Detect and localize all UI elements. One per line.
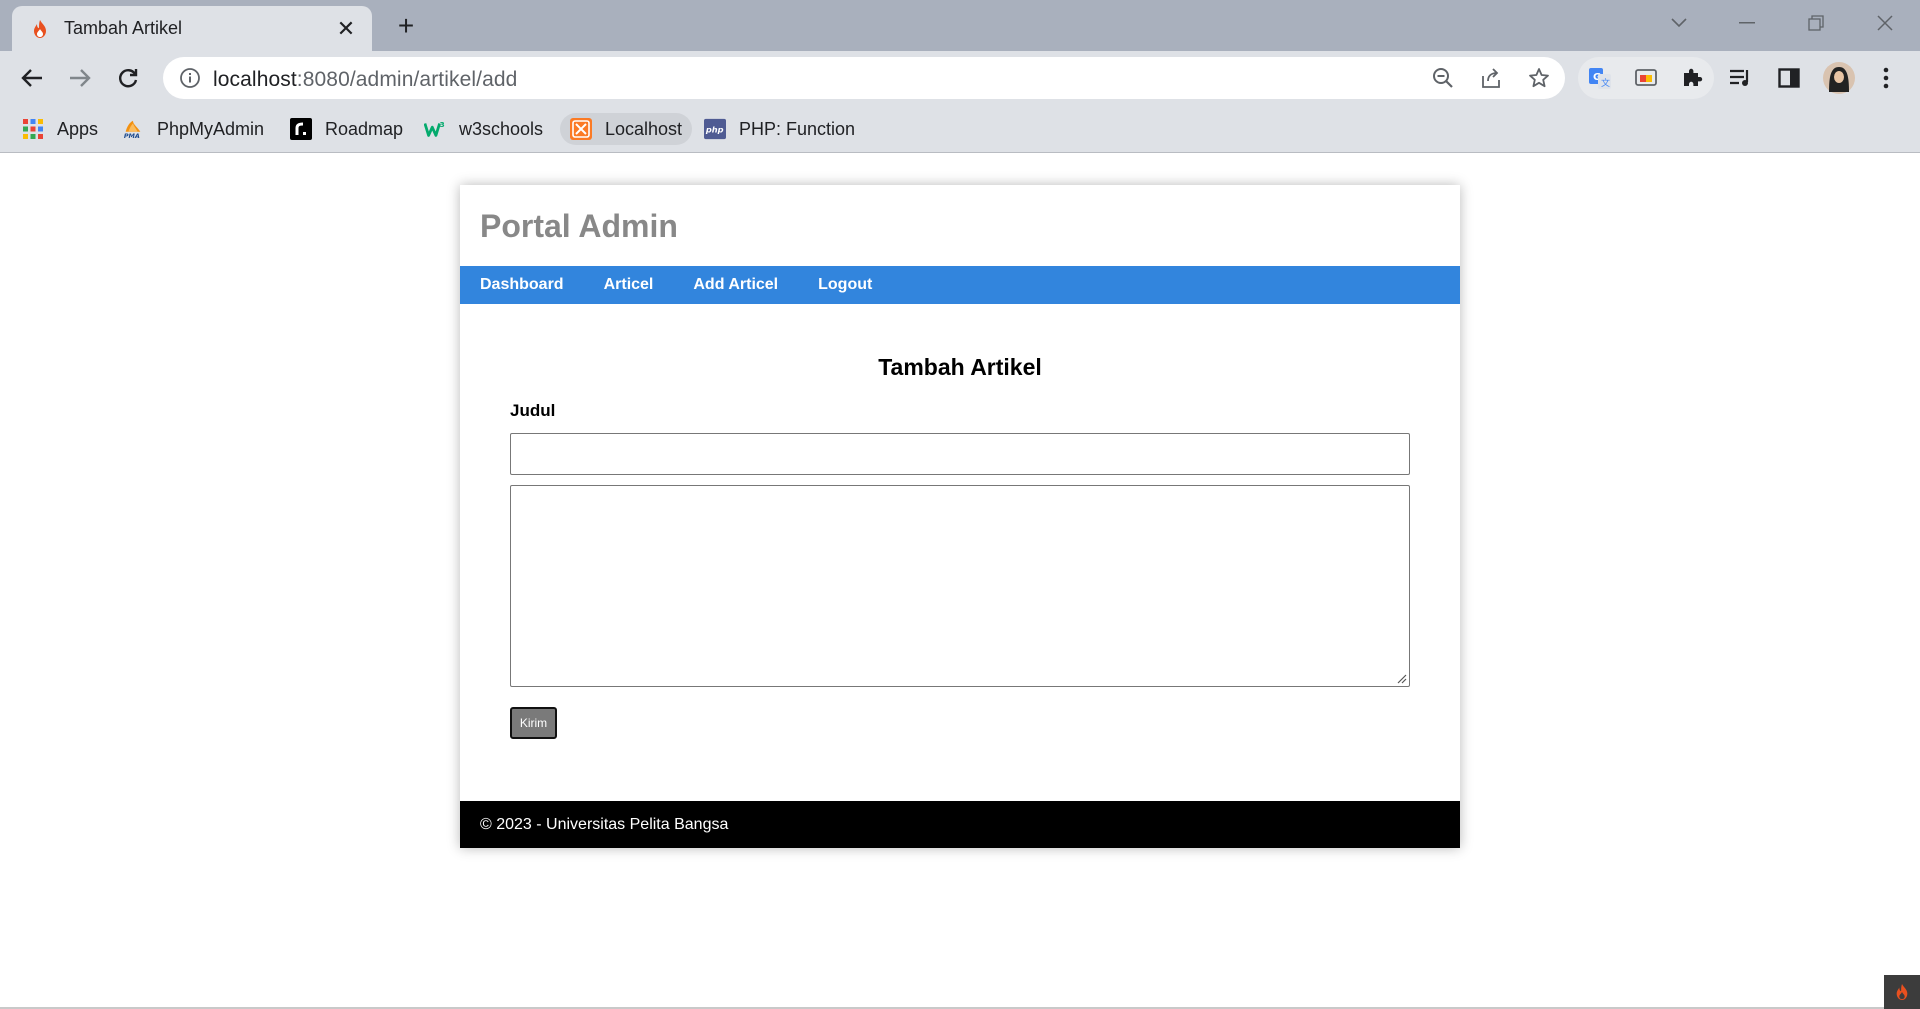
- tab-title: Tambah Artikel: [64, 18, 183, 38]
- bookmarks-bar: Apps PMA PhpMyAdmin Roadmap 3 w3schools …: [0, 105, 1920, 153]
- tab-close-icon[interactable]: ✕: [334, 16, 358, 42]
- nav-dashboard[interactable]: Dashboard: [480, 276, 564, 294]
- bookmark-apps[interactable]: Apps: [12, 113, 108, 145]
- address-bar[interactable]: localhost:8080/admin/artikel/add: [163, 57, 1565, 99]
- browser-menu-icon[interactable]: [1873, 65, 1899, 91]
- google-translate-icon[interactable]: G文: [1588, 66, 1612, 90]
- bookmark-php-function[interactable]: php PHP: Function: [694, 113, 865, 145]
- w3schools-icon: 3: [424, 118, 446, 140]
- nav-add-articel[interactable]: Add Articel: [693, 276, 778, 294]
- flame-tray-icon[interactable]: [1884, 975, 1920, 1009]
- tab-search-icon[interactable]: [1659, 8, 1699, 38]
- media-controls-icon[interactable]: [1728, 65, 1754, 91]
- share-icon[interactable]: [1479, 66, 1503, 90]
- form-heading: Tambah Artikel: [878, 354, 1042, 380]
- bookmark-roadmap[interactable]: Roadmap: [280, 113, 413, 145]
- svg-text:文: 文: [1601, 77, 1610, 89]
- tab-strip: Tambah Artikel ✕ +: [0, 0, 1920, 51]
- site-info-icon[interactable]: [179, 67, 201, 89]
- page-viewport: Portal Admin Dashboard Articel Add Artic…: [0, 154, 1920, 1009]
- bookmark-w3schools[interactable]: 3 w3schools: [414, 113, 553, 145]
- bookmark-star-icon[interactable]: [1527, 66, 1551, 90]
- profile-avatar-icon[interactable]: [1823, 62, 1855, 94]
- main-nav: Dashboard Articel Add Articel Logout: [460, 266, 1460, 304]
- url-host: localhost: [213, 68, 297, 91]
- site-footer: © 2023 - Universitas Pelita Bangsa: [460, 801, 1460, 848]
- nav-articel[interactable]: Articel: [604, 276, 654, 294]
- kirim-button[interactable]: Kirim: [510, 707, 557, 739]
- phpmyadmin-icon: PMA: [122, 118, 144, 140]
- reload-icon[interactable]: [112, 62, 144, 94]
- forward-icon[interactable]: [64, 62, 96, 94]
- browser-toolbar: localhost:8080/admin/artikel/add G文: [0, 51, 1920, 105]
- cast-icon[interactable]: [1634, 66, 1658, 90]
- window-close-icon[interactable]: [1865, 8, 1905, 38]
- url-text[interactable]: localhost:8080/admin/artikel/add: [213, 68, 517, 92]
- php-icon: php: [704, 118, 726, 140]
- restore-icon[interactable]: [1796, 8, 1836, 38]
- bookmark-label: Localhost: [605, 118, 683, 139]
- bookmark-label: PhpMyAdmin: [157, 118, 265, 139]
- nav-logout[interactable]: Logout: [818, 276, 872, 294]
- bookmark-localhost[interactable]: Localhost: [560, 113, 693, 145]
- isi-textarea[interactable]: [510, 485, 1410, 687]
- extensions-puzzle-icon[interactable]: [1680, 66, 1704, 90]
- flame-favicon-icon: [30, 19, 50, 39]
- extensions-group: G文: [1578, 57, 1714, 99]
- bookmark-label: Roadmap: [325, 118, 404, 139]
- svg-text:PMA: PMA: [124, 132, 140, 140]
- xampp-icon: [570, 118, 592, 140]
- admin-container: Portal Admin Dashboard Articel Add Artic…: [460, 185, 1460, 848]
- resize-handle-icon[interactable]: [1395, 672, 1407, 684]
- form-section: Tambah Artikel Judul Kirim: [460, 304, 1460, 801]
- browser-tab[interactable]: Tambah Artikel ✕: [12, 6, 372, 51]
- url-path: :8080/admin/artikel/add: [296, 68, 518, 91]
- site-title: Portal Admin: [480, 208, 678, 244]
- roadmap-icon: [290, 118, 312, 140]
- bookmark-label: PHP: Function: [739, 118, 856, 139]
- minimize-icon[interactable]: [1727, 8, 1767, 38]
- new-tab-button[interactable]: +: [390, 10, 422, 42]
- bookmark-phpmyadmin[interactable]: PMA PhpMyAdmin: [112, 113, 274, 145]
- judul-label: Judul: [510, 401, 556, 420]
- judul-input[interactable]: [510, 433, 1410, 475]
- bookmark-label: Apps: [57, 118, 99, 139]
- site-header: Portal Admin: [460, 185, 1460, 266]
- zoom-icon[interactable]: [1431, 66, 1455, 90]
- svg-text:3: 3: [440, 120, 445, 129]
- bookmark-label: w3schools: [459, 118, 544, 139]
- side-panel-icon[interactable]: [1776, 65, 1802, 91]
- back-icon[interactable]: [16, 62, 48, 94]
- svg-text:php: php: [705, 125, 724, 135]
- apps-grid-icon: [22, 118, 44, 140]
